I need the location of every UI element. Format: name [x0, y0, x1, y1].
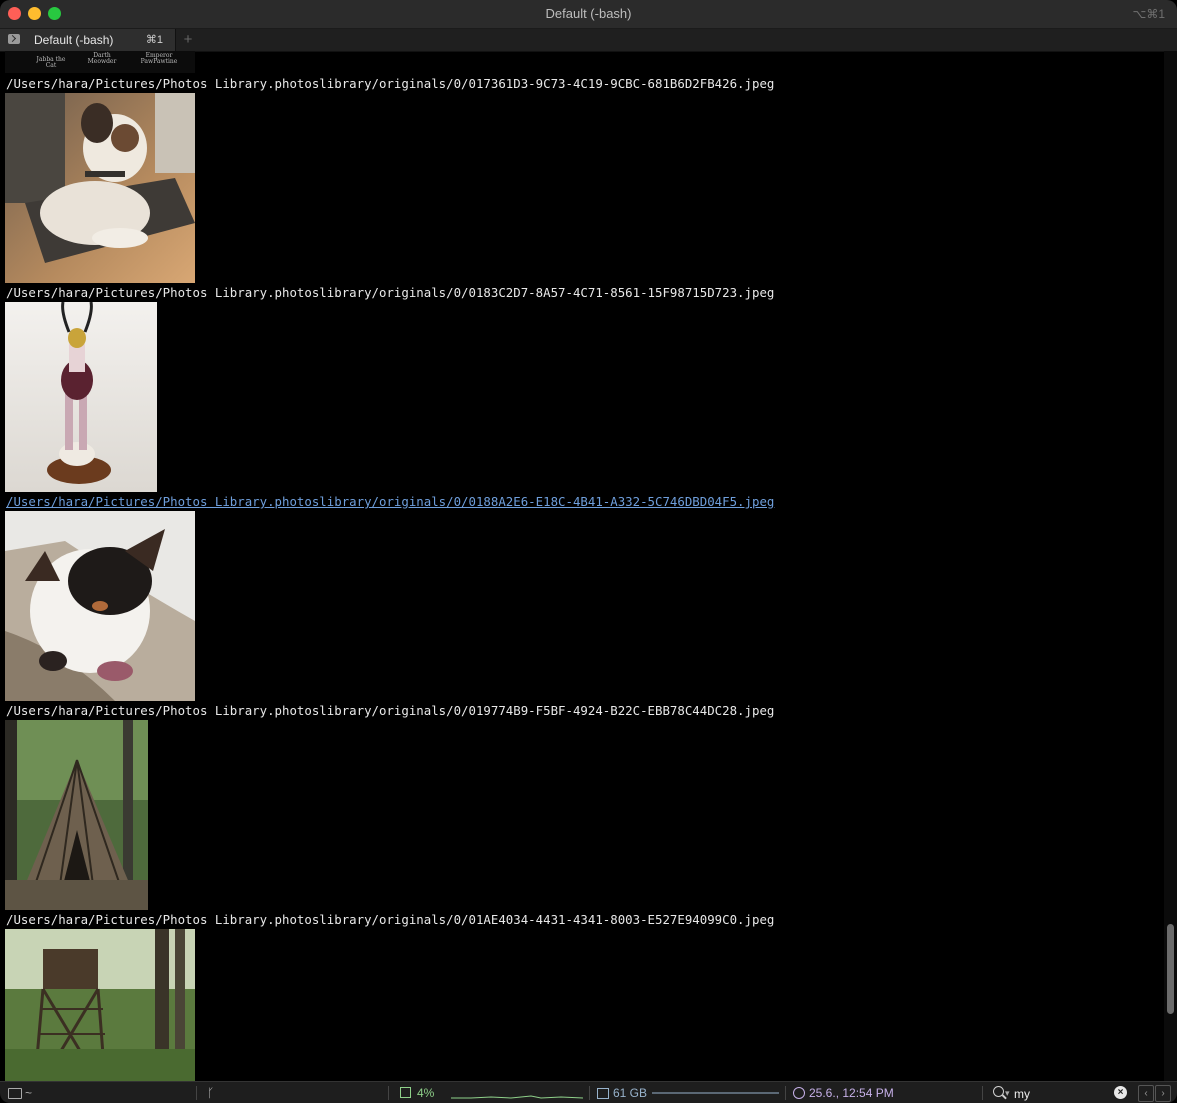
search-icon[interactable]: [993, 1086, 1004, 1097]
status-bar: ~ ᚴ 4% 61 GB 25.6., 12:54 PM ▾ × ‹ ›: [0, 1081, 1177, 1103]
cpu-graph: [451, 1095, 583, 1099]
chevron-down-icon[interactable]: ▾: [1005, 1082, 1010, 1103]
title-bar[interactable]: Default (-bash) ⌥⌘1: [0, 0, 1177, 29]
memory-usage: 61 GB: [613, 1086, 648, 1100]
vertical-scrollbar[interactable]: [1164, 51, 1177, 1081]
file-path-line: /Users/hara/Pictures/Photos Library.phot…: [6, 703, 775, 718]
file-path-line: /Users/hara/Pictures/Photos Library.phot…: [6, 285, 775, 300]
terminal-window: Default (-bash) ⌥⌘1 Default (-bash) ⌘1 +…: [0, 0, 1177, 1103]
file-path-line: /Users/hara/Pictures/Photos Library.phot…: [6, 912, 775, 927]
image-thumbnail-forest-teepee: [5, 720, 148, 910]
new-tab-button[interactable]: +: [180, 29, 196, 51]
folder-icon[interactable]: [8, 1088, 22, 1099]
tab-default-bash[interactable]: Default (-bash) ⌘1: [0, 29, 176, 51]
divider: [388, 1086, 389, 1100]
image-thumbnail-figurine: [5, 302, 157, 492]
image-thumbnail: Jabba the Cat Darth Meowder Emperor PawP…: [5, 51, 195, 73]
memory-icon: [597, 1088, 609, 1099]
divider: [196, 1086, 197, 1100]
cpu-usage: 4%: [417, 1086, 435, 1100]
search-previous-button[interactable]: ‹: [1138, 1085, 1154, 1102]
divider: [982, 1086, 983, 1100]
scrollbar-thumb[interactable]: [1167, 924, 1174, 1014]
divider: [785, 1086, 786, 1100]
datetime-label: 25.6., 12:54 PM: [809, 1086, 894, 1100]
image-thumbnail-hunting-stand: [5, 929, 195, 1081]
file-path-link[interactable]: /Users/hara/Pictures/Photos Library.phot…: [6, 493, 774, 511]
cwd-label[interactable]: ~: [25, 1082, 32, 1103]
divider: [589, 1086, 590, 1100]
tab-shortcut: ⌘1: [145, 34, 163, 46]
image-caption: Jabba the Cat: [36, 56, 66, 69]
cpu-icon: [400, 1087, 411, 1098]
terminal-icon: [8, 34, 20, 44]
tab-bar: Default (-bash) ⌘1 +: [0, 29, 1177, 52]
search-next-button[interactable]: ›: [1155, 1085, 1171, 1102]
terminal-output[interactable]: Jabba the Cat Darth Meowder Emperor PawP…: [0, 51, 1163, 1081]
memory-graph: [652, 1092, 779, 1094]
image-caption: Darth Meowder: [87, 52, 117, 65]
clock-icon: [793, 1087, 805, 1099]
image-thumbnail-dog-face: [5, 511, 195, 701]
file-path-line: /Users/hara/Pictures/Photos Library.phot…: [6, 76, 775, 91]
clear-search-icon[interactable]: ×: [1114, 1086, 1127, 1099]
window-shortcut: ⌥⌘1: [1132, 7, 1165, 21]
git-branch-icon[interactable]: ᚴ: [207, 1082, 214, 1103]
tab-label: Default (-bash): [34, 33, 114, 47]
image-thumbnail-dog: [5, 93, 195, 283]
image-caption: Emperor PawPawtine: [140, 52, 178, 65]
window-title: Default (-bash): [545, 6, 632, 21]
